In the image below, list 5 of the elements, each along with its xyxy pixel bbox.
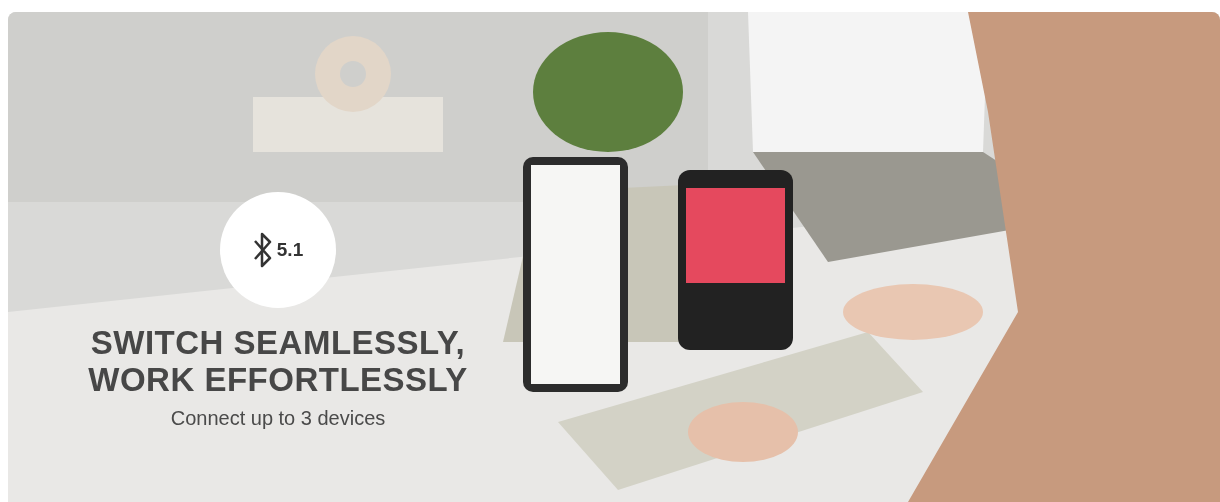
version-label: 5.1 xyxy=(276,237,304,262)
subtitle: Connect up to 3 devices xyxy=(170,405,386,431)
headline: WORK EFFORTLESSLY xyxy=(88,361,468,399)
headline: SWITCH SEAMLESSLY, xyxy=(90,324,466,362)
bluetooth-icon xyxy=(252,230,273,270)
